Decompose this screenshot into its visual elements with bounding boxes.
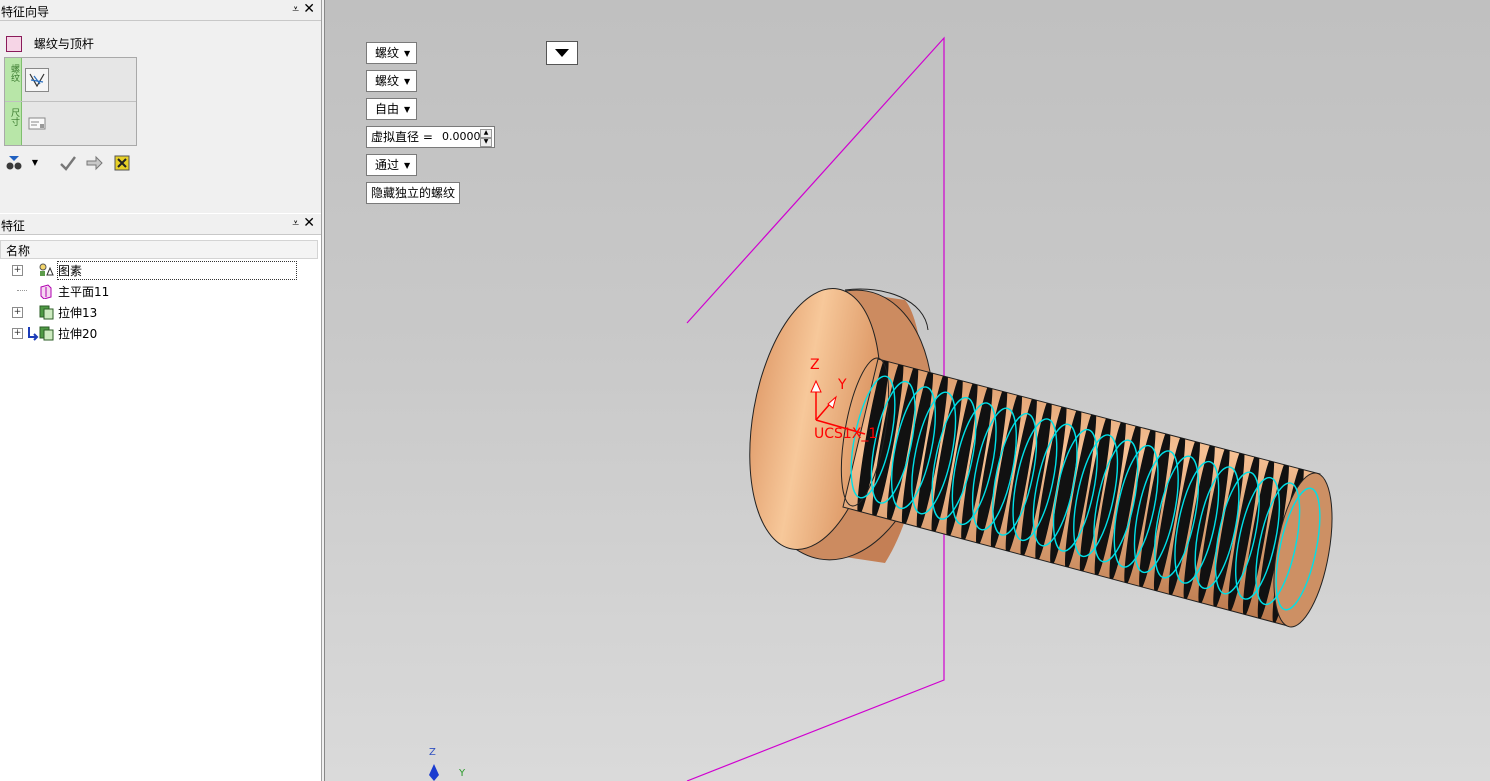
- wizard-steps: 螺纹 尺寸: [4, 57, 137, 146]
- thread-select-icon[interactable]: [25, 68, 49, 92]
- step-tab-thread[interactable]: 螺纹: [5, 58, 22, 101]
- size-form-icon[interactable]: [25, 112, 49, 136]
- wizard-options-icon[interactable]: [4, 153, 24, 173]
- dropdown-value: 通过: [375, 158, 400, 172]
- pin-icon[interactable]: ⩡: [292, 216, 299, 231]
- sketch-elements-icon: [39, 263, 54, 276]
- left-dock: 特征向导 ⩡ ✕ 螺纹与顶杆 螺纹 尺寸 ▼ 特征 ⩡ ✕ 名称 + 图素 主平…: [0, 0, 322, 781]
- extrude-icon: [39, 326, 54, 341]
- step-tab-size[interactable]: 尺寸: [5, 102, 22, 145]
- tree-item-elements[interactable]: + 图素: [12, 260, 314, 280]
- tree-column-header[interactable]: 名称: [0, 240, 318, 259]
- tree-item-extrude13[interactable]: + 拉伸13: [12, 302, 314, 322]
- dropdown-value: 自由: [375, 102, 400, 116]
- virtual-diameter-label: 虚拟直径 =: [371, 130, 433, 144]
- chevron-down-icon: ▼: [404, 76, 411, 86]
- close-icon[interactable]: ✕: [303, 1, 315, 17]
- wizard-step-size[interactable]: 尺寸: [5, 102, 136, 145]
- tree-item-main-plane[interactable]: 主平面11: [12, 281, 314, 301]
- spin-up-icon[interactable]: ▲: [480, 129, 492, 138]
- wizard-step-thread[interactable]: 螺纹: [5, 58, 136, 102]
- feature-tree: 名称 + 图素 主平面11 + 拉伸13 + 拉伸20: [0, 236, 321, 781]
- chevron-down-icon: ▼: [404, 160, 411, 170]
- 3d-scene[interactable]: Z Y UCS1X_1 Z Y: [325, 0, 1490, 781]
- through-dropdown[interactable]: 通过 ▼: [366, 154, 418, 176]
- expand-icon[interactable]: +: [12, 265, 23, 276]
- triangle-down-icon: [555, 49, 569, 57]
- expand-icon[interactable]: +: [12, 307, 23, 318]
- ucs-z-label: Z: [810, 357, 820, 373]
- column-header-label: 名称: [6, 244, 31, 258]
- pin-icon[interactable]: ⩡: [292, 2, 299, 17]
- mode-dropdown[interactable]: 自由 ▼: [366, 98, 418, 120]
- plane-icon: [40, 284, 52, 299]
- confirm-check-icon[interactable]: [58, 153, 78, 173]
- cancel-x-icon[interactable]: [112, 153, 132, 173]
- wizard-feature-title: 螺纹与顶杆: [6, 35, 94, 52]
- step-tab-label: 尺寸: [9, 108, 19, 126]
- close-icon[interactable]: ✕: [303, 215, 315, 231]
- dropdown-value: 螺纹: [375, 46, 400, 60]
- virtual-diameter-field[interactable]: 虚拟直径 = 0.0000 ▲ ▼: [366, 126, 495, 148]
- chevron-down-icon: ▼: [404, 48, 411, 58]
- next-step-icon[interactable]: [84, 153, 104, 173]
- virtual-diameter-value[interactable]: 0.0000: [442, 127, 481, 147]
- threaded-shaft: [840, 357, 1333, 628]
- thread-type-dropdown-2[interactable]: 螺纹 ▼: [366, 70, 418, 92]
- wizard-panel-header: 特征向导 ⩡ ✕: [0, 0, 321, 21]
- thread-type-dropdown[interactable]: 螺纹 ▼: [366, 42, 418, 64]
- feature-panel-header: 特征 ⩡ ✕: [0, 214, 321, 235]
- spin-down-icon[interactable]: ▼: [480, 138, 492, 147]
- extrude-icon: [39, 305, 54, 320]
- step-tab-label: 螺纹: [9, 64, 19, 82]
- options-dropdown-icon[interactable]: ▼: [25, 153, 45, 173]
- wizard-panel-title: 特征向导: [1, 5, 50, 19]
- feature-wizard: 螺纹与顶杆 螺纹 尺寸 ▼: [0, 21, 321, 213]
- hide-independent-threads-button[interactable]: 隐藏独立的螺纹: [366, 182, 461, 204]
- diameter-spinner[interactable]: ▲ ▼: [480, 129, 492, 147]
- ucs-y-label: Y: [837, 377, 847, 393]
- tree-item-label: 拉伸20: [58, 327, 98, 341]
- tree-item-label: 图素: [56, 261, 298, 280]
- triad-z-label: Z: [429, 747, 436, 758]
- triad-y-label: Y: [458, 768, 466, 779]
- tree-connector: [17, 290, 27, 291]
- wizard-feature-name: 螺纹与顶杆: [33, 37, 94, 51]
- expand-icon[interactable]: +: [12, 328, 23, 339]
- dropdown-value: 螺纹: [375, 74, 400, 88]
- options-menu-button[interactable]: [546, 41, 578, 65]
- tree-item-label: 拉伸13: [58, 306, 98, 320]
- tree-item-label: 主平面11: [58, 285, 110, 299]
- tree-item-extrude20[interactable]: + 拉伸20: [12, 323, 314, 343]
- orientation-triad: Z Y: [429, 747, 466, 781]
- button-label: 隐藏独立的螺纹: [371, 186, 456, 200]
- feature-panel-title: 特征: [1, 219, 26, 233]
- ucs-name-label: UCS1X_1: [814, 426, 877, 442]
- design-viewport[interactable]: Z Y UCS1X_1 Z Y 螺纹 ▼ 螺纹 ▼ 自由 ▼ 虚拟直径 = 0.000…: [324, 0, 1490, 781]
- chevron-down-icon: ▼: [404, 104, 411, 114]
- thread-feature-icon: [6, 35, 22, 52]
